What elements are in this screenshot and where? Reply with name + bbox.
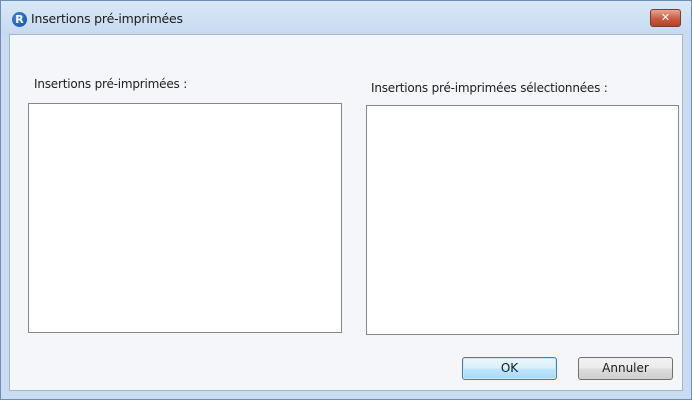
window-title: Insertions pré-imprimées [31,11,183,26]
cancel-button[interactable]: Annuler [578,357,673,380]
title-bar[interactable]: R Insertions pré-imprimées ✕ [1,1,691,34]
available-inserts-list[interactable] [28,103,342,333]
ok-button[interactable]: OK [462,357,557,380]
app-logo-icon: R [12,12,27,27]
selected-inserts-list[interactable] [366,105,679,335]
close-icon: ✕ [660,11,671,24]
available-inserts-label: Insertions pré-imprimées : [34,77,188,91]
dialog-window: R Insertions pré-imprimées ✕ Insertions … [0,0,692,400]
selected-inserts-label: Insertions pré-imprimées sélectionnées : [371,81,608,95]
close-button[interactable]: ✕ [650,9,681,27]
dialog-body: Insertions pré-imprimées : Insertions pr… [9,34,683,391]
